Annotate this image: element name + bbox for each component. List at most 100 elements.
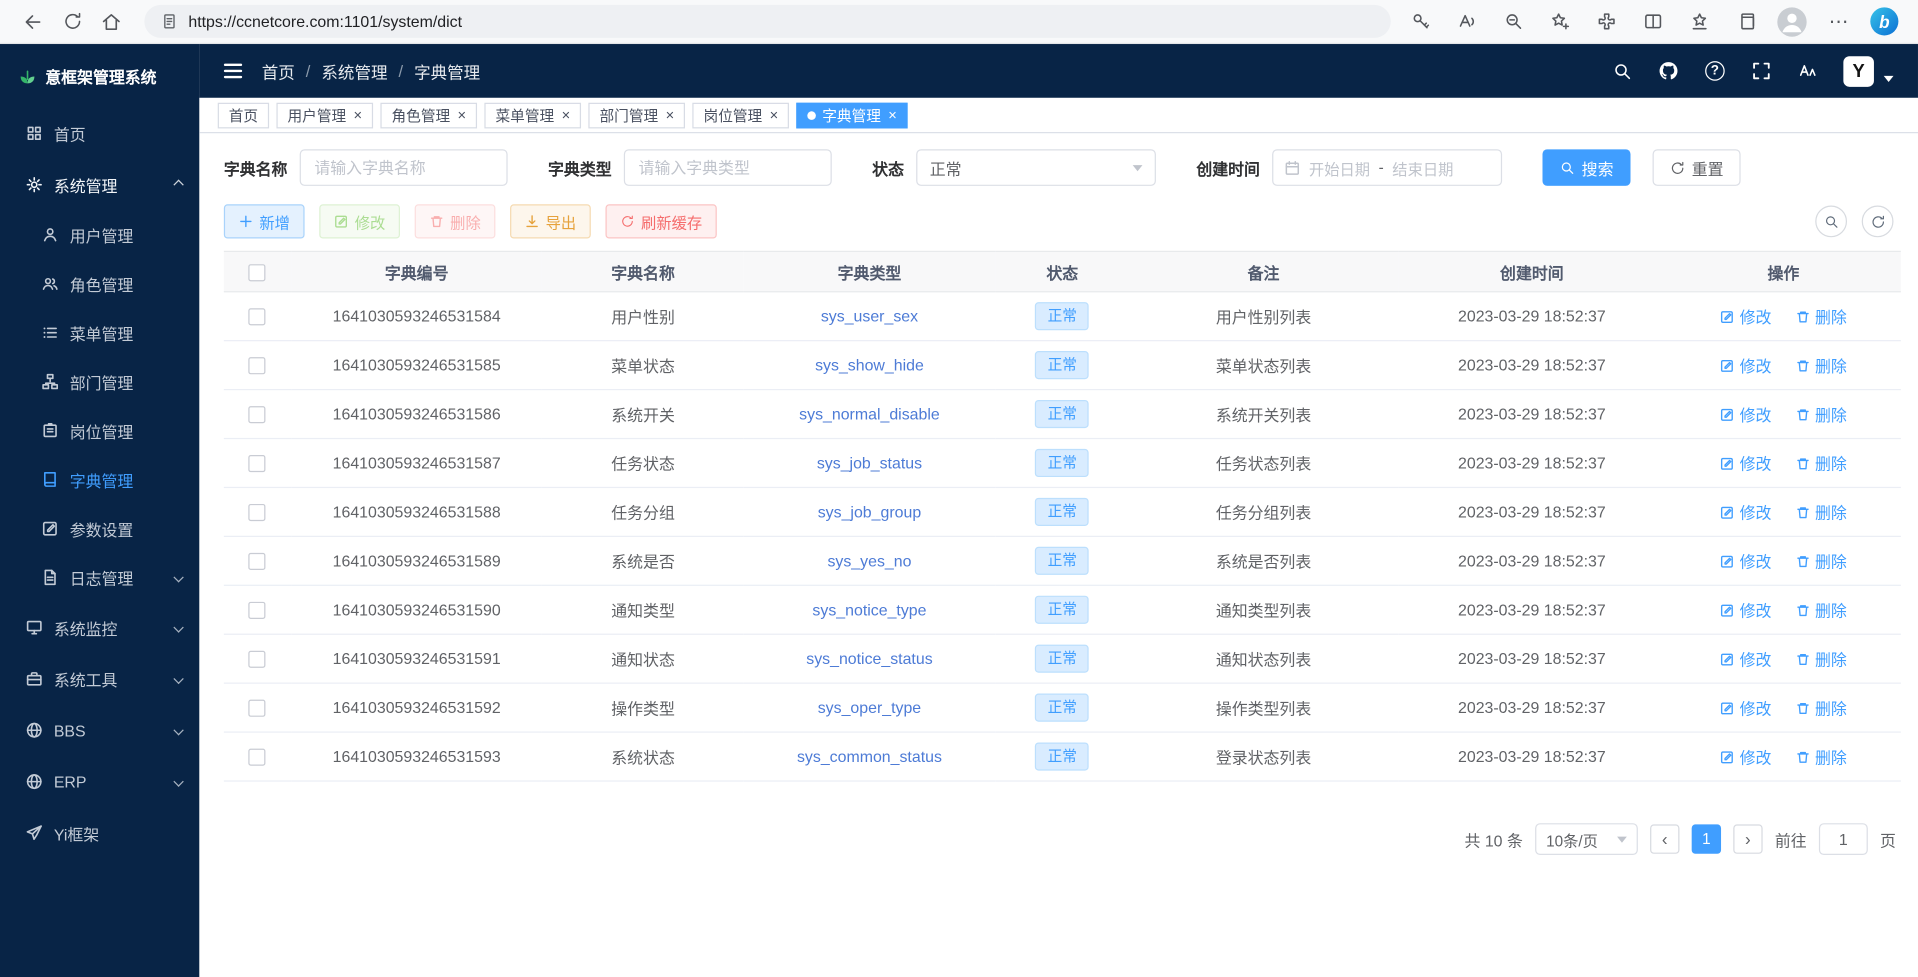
export-button[interactable]: 导出	[510, 204, 591, 238]
favorites-bar-icon[interactable]	[1684, 4, 1713, 38]
show-search-toggle-icon[interactable]	[1815, 205, 1847, 237]
search-button[interactable]: 搜索	[1543, 149, 1631, 186]
row-checkbox[interactable]	[249, 749, 266, 766]
tab-posts[interactable]: 岗位管理 ×	[693, 102, 790, 128]
sidebar-item-params[interactable]: 参数设置	[0, 504, 199, 553]
sidebar-item-users[interactable]: 用户管理	[0, 210, 199, 259]
search-icon[interactable]	[1611, 60, 1633, 82]
sidebar-item-system[interactable]: 系统管理	[0, 159, 199, 210]
profile-avatar[interactable]	[1777, 7, 1806, 36]
row-checkbox[interactable]	[249, 504, 266, 521]
row-edit-button[interactable]: 修改	[1720, 354, 1771, 377]
zoom-out-icon[interactable]	[1498, 4, 1527, 38]
dict-type-link[interactable]: sys_show_hide	[815, 356, 924, 374]
dict-type-link[interactable]: sys_job_group	[818, 503, 921, 521]
read-aloud-icon[interactable]	[1452, 4, 1481, 38]
sidebar-item-home[interactable]: 首页	[0, 108, 199, 159]
close-icon[interactable]: ×	[562, 108, 571, 123]
row-delete-button[interactable]: 删除	[1795, 745, 1846, 768]
refresh-icon[interactable]	[54, 4, 91, 38]
user-menu-caret-icon[interactable]	[1884, 75, 1894, 81]
tab-menus[interactable]: 菜单管理 ×	[484, 102, 581, 128]
close-icon[interactable]: ×	[666, 108, 675, 123]
home-icon[interactable]	[93, 4, 130, 38]
sidebar-item-posts[interactable]: 岗位管理	[0, 406, 199, 455]
dict-type-link[interactable]: sys_notice_status	[806, 650, 932, 668]
address-bar[interactable]: https://ccnetcore.com:1101/system/dict	[144, 5, 1390, 38]
row-checkbox[interactable]	[249, 406, 266, 423]
next-page-button[interactable]: ›	[1733, 824, 1762, 853]
breadcrumb-parent[interactable]: 系统管理	[321, 59, 387, 83]
tab-depts[interactable]: 部门管理 ×	[588, 102, 685, 128]
sidebar-item-yi[interactable]: Yi框架	[0, 807, 199, 858]
delete-button-disabled[interactable]: 删除	[415, 204, 496, 238]
page-size-select[interactable]: 10条/页	[1535, 823, 1638, 855]
dict-type-link[interactable]: sys_user_sex	[821, 307, 918, 325]
add-button[interactable]: 新增	[224, 204, 305, 238]
row-edit-button[interactable]: 修改	[1720, 598, 1771, 621]
row-edit-button[interactable]: 修改	[1720, 696, 1771, 719]
split-screen-icon[interactable]	[1638, 4, 1667, 38]
help-icon[interactable]: ?	[1704, 60, 1726, 82]
tab-dict-active[interactable]: 字典管理 ×	[797, 102, 908, 128]
row-delete-button[interactable]: 删除	[1795, 500, 1846, 523]
bing-icon[interactable]: b	[1870, 7, 1898, 35]
dict-type-link[interactable]: sys_common_status	[797, 747, 942, 765]
row-edit-button[interactable]: 修改	[1720, 305, 1771, 328]
sidebar-item-monitor[interactable]: 系统监控	[0, 602, 199, 653]
dict-type-link[interactable]: sys_oper_type	[818, 698, 921, 716]
row-checkbox[interactable]	[249, 358, 266, 375]
dict-type-link[interactable]: sys_normal_disable	[799, 405, 940, 423]
extensions-icon[interactable]	[1591, 4, 1620, 38]
breadcrumb-home[interactable]: 首页	[262, 59, 295, 83]
dict-name-input[interactable]	[300, 149, 508, 186]
row-delete-button[interactable]: 删除	[1795, 354, 1846, 377]
row-edit-button[interactable]: 修改	[1720, 402, 1771, 425]
date-range-picker[interactable]: 开始日期 - 结束日期	[1272, 149, 1502, 186]
reset-button[interactable]: 重置	[1653, 149, 1741, 186]
dict-type-input[interactable]	[624, 149, 832, 186]
url-text[interactable]: https://ccnetcore.com:1101/system/dict	[188, 12, 462, 30]
row-checkbox[interactable]	[249, 553, 266, 570]
sidebar-item-depts[interactable]: 部门管理	[0, 357, 199, 406]
row-checkbox[interactable]	[249, 455, 266, 472]
row-edit-button[interactable]: 修改	[1720, 647, 1771, 670]
font-size-icon[interactable]	[1797, 60, 1819, 82]
refresh-table-icon[interactable]	[1862, 205, 1894, 237]
page-info-icon[interactable]	[160, 12, 178, 30]
sidebar-item-logs[interactable]: 日志管理	[0, 553, 199, 602]
row-checkbox[interactable]	[249, 700, 266, 717]
password-key-icon[interactable]	[1405, 4, 1434, 38]
add-favorite-icon[interactable]	[1545, 4, 1574, 38]
dict-type-link[interactable]: sys_notice_type	[812, 601, 926, 619]
collapse-sidebar-icon[interactable]	[224, 64, 242, 79]
dict-type-link[interactable]: sys_job_status	[817, 454, 922, 472]
tab-home[interactable]: 首页	[218, 102, 269, 128]
sidebar-item-roles[interactable]: 角色管理	[0, 259, 199, 308]
app-logo[interactable]: 意框架管理系统	[0, 44, 199, 108]
current-page-button[interactable]: 1	[1692, 824, 1721, 853]
row-delete-button[interactable]: 删除	[1795, 305, 1846, 328]
dict-type-link[interactable]: sys_yes_no	[827, 552, 911, 570]
close-icon[interactable]: ×	[458, 108, 467, 123]
back-icon[interactable]	[15, 4, 52, 38]
collections-icon[interactable]	[1731, 4, 1760, 38]
row-edit-button[interactable]: 修改	[1720, 451, 1771, 474]
row-delete-button[interactable]: 删除	[1795, 549, 1846, 572]
row-checkbox[interactable]	[249, 651, 266, 668]
row-edit-button[interactable]: 修改	[1720, 745, 1771, 768]
sidebar-item-dict[interactable]: 字典管理	[0, 455, 199, 504]
row-delete-button[interactable]: 删除	[1795, 647, 1846, 670]
row-delete-button[interactable]: 删除	[1795, 402, 1846, 425]
sidebar-item-erp[interactable]: ERP	[0, 756, 199, 807]
fullscreen-icon[interactable]	[1750, 60, 1772, 82]
sidebar-item-bbs[interactable]: BBS	[0, 705, 199, 756]
sidebar-item-tools[interactable]: 系统工具	[0, 653, 199, 704]
prev-page-button[interactable]: ‹	[1650, 824, 1679, 853]
refresh-cache-button[interactable]: 刷新缓存	[606, 204, 717, 238]
row-edit-button[interactable]: 修改	[1720, 549, 1771, 572]
row-delete-button[interactable]: 删除	[1795, 451, 1846, 474]
tab-roles[interactable]: 角色管理 ×	[380, 102, 477, 128]
row-delete-button[interactable]: 删除	[1795, 598, 1846, 621]
select-all-checkbox[interactable]	[249, 264, 266, 281]
